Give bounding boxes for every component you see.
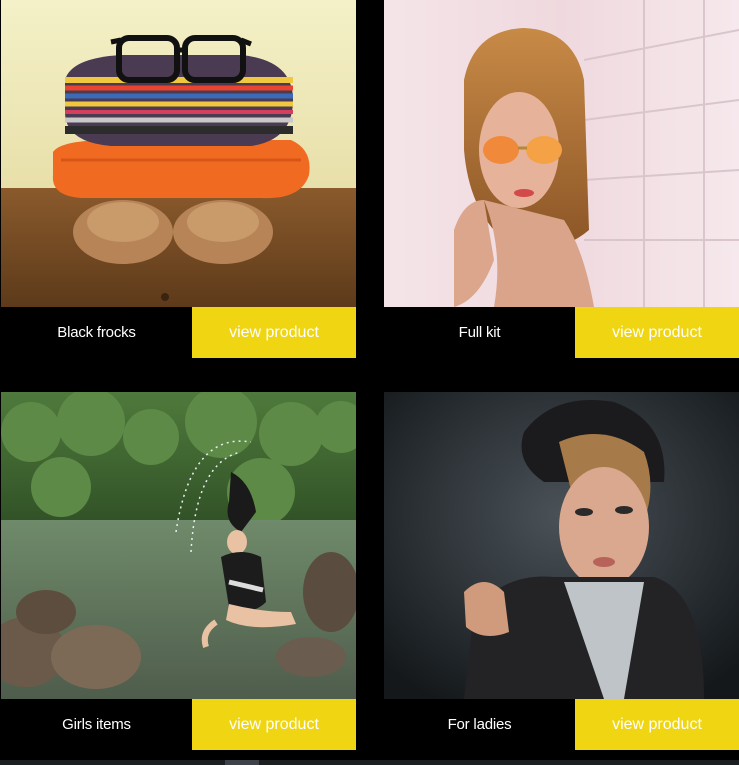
product-card: Black frocks view product	[1, 0, 356, 358]
product-bar: Girls items view product	[1, 699, 356, 750]
horizontal-scrollbar[interactable]	[0, 760, 739, 765]
product-card: For ladies view product	[384, 392, 739, 750]
product-name: For ladies	[447, 716, 512, 733]
product-bar: Black frocks view product	[1, 307, 356, 358]
product-card: Girls items view product	[1, 392, 356, 750]
product-name: Black frocks	[57, 324, 136, 341]
product-image-woman-sunglasses[interactable]	[384, 0, 739, 307]
product-image-girl-splashing-lake[interactable]	[1, 392, 356, 699]
product-bar: For ladies view product	[384, 699, 739, 750]
scrollbar-thumb[interactable]	[225, 760, 259, 765]
product-card: Full kit view product	[384, 0, 739, 358]
product-name: Girls items	[62, 716, 131, 733]
view-product-button[interactable]: view product	[192, 699, 356, 750]
product-image-woman-fur-hat[interactable]	[384, 392, 739, 699]
product-image-folded-sweaters[interactable]	[1, 0, 356, 307]
view-product-button[interactable]: view product	[192, 307, 356, 358]
product-bar: Full kit view product	[384, 307, 739, 358]
product-name: Full kit	[458, 324, 501, 341]
view-product-button[interactable]: view product	[575, 307, 739, 358]
view-product-button[interactable]: view product	[575, 699, 739, 750]
